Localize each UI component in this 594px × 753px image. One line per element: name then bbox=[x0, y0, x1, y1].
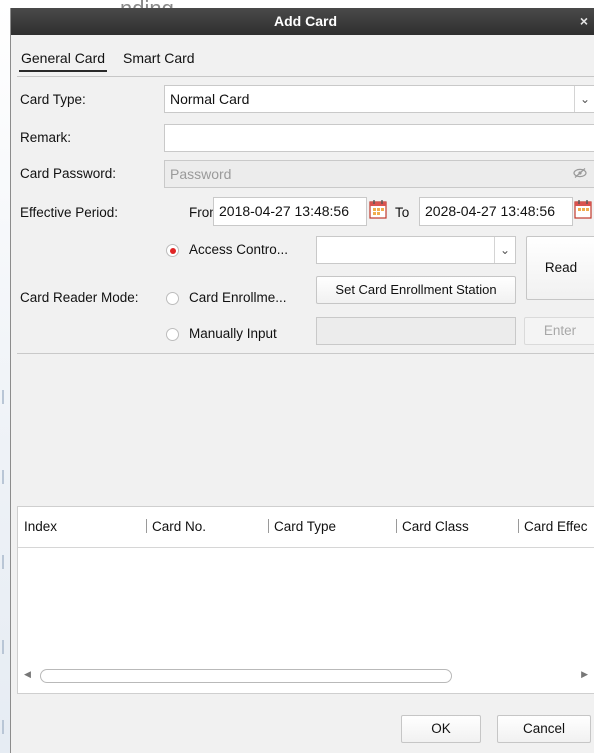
background-tick bbox=[2, 640, 9, 654]
ok-button[interactable]: OK bbox=[401, 715, 481, 743]
card-tabs: General Card Smart Card bbox=[17, 46, 594, 77]
chevron-down-icon[interactable]: ⌄ bbox=[494, 237, 515, 263]
to-label: To bbox=[395, 205, 410, 220]
remark-label: Remark: bbox=[20, 130, 72, 145]
background-tick bbox=[2, 555, 9, 569]
page: nding Add Card × General Card Smart Card… bbox=[0, 0, 594, 753]
manual-card-input[interactable] bbox=[316, 317, 516, 345]
add-card-dialog: Add Card × General Card Smart Card Card … bbox=[10, 8, 594, 753]
table-header: Index Card No. Card Type Card Class Card… bbox=[18, 507, 594, 548]
eye-hidden-icon[interactable] bbox=[573, 168, 587, 178]
tab-smart-card[interactable]: Smart Card bbox=[123, 50, 195, 66]
start-date-value: 2018-04-27 13:48:56 bbox=[219, 203, 349, 219]
background-tick bbox=[2, 390, 9, 404]
start-date-input[interactable]: 2018-04-27 13:48:56 bbox=[213, 197, 367, 226]
dialog-titlebar[interactable]: Add Card × bbox=[11, 8, 594, 35]
read-button[interactable]: Read bbox=[526, 236, 594, 300]
calendar-icon[interactable] bbox=[369, 199, 387, 219]
card-password-label: Card Password: bbox=[20, 166, 117, 181]
column-header-index[interactable]: Index bbox=[24, 519, 57, 534]
column-header-card-no[interactable]: Card No. bbox=[146, 519, 206, 534]
calendar-icon[interactable] bbox=[574, 199, 592, 219]
effective-period-label: Effective Period: bbox=[20, 205, 119, 220]
section-divider bbox=[17, 353, 594, 354]
background-tick bbox=[2, 720, 9, 734]
background-app-strip bbox=[0, 0, 10, 753]
set-card-enrollment-station-button[interactable]: Set Card Enrollment Station bbox=[316, 276, 516, 304]
access-controller-select[interactable]: ⌄ bbox=[316, 236, 516, 264]
end-date-input[interactable]: 2028-04-27 13:48:56 bbox=[419, 197, 573, 226]
column-header-card-effective[interactable]: Card Effec bbox=[518, 519, 588, 534]
close-icon[interactable]: × bbox=[580, 8, 588, 35]
tab-general-card[interactable]: General Card bbox=[19, 50, 108, 72]
card-password-placeholder: Password bbox=[170, 166, 232, 182]
background-tick bbox=[2, 470, 9, 484]
column-header-card-class[interactable]: Card Class bbox=[396, 519, 469, 534]
chevron-down-icon[interactable]: ⌄ bbox=[574, 86, 594, 112]
dialog-title: Add Card bbox=[274, 13, 337, 29]
column-header-card-type[interactable]: Card Type bbox=[268, 519, 336, 534]
card-password-input[interactable]: Password bbox=[164, 160, 594, 188]
cancel-button[interactable]: Cancel bbox=[497, 715, 591, 743]
scrollbar-thumb[interactable] bbox=[40, 669, 452, 683]
scroll-right-icon[interactable]: ▶ bbox=[581, 669, 588, 680]
card-type-label: Card Type: bbox=[20, 92, 86, 107]
card-reader-mode-label: Card Reader Mode: bbox=[20, 290, 139, 305]
card-type-select[interactable]: Normal Card ⌄ bbox=[164, 85, 594, 113]
radio-card-enrollment[interactable] bbox=[166, 292, 179, 305]
horizontal-scrollbar[interactable]: ◀ ▶ bbox=[18, 667, 594, 685]
radio-access-controller[interactable] bbox=[166, 244, 179, 257]
enter-button[interactable]: Enter bbox=[524, 317, 594, 345]
end-date-value: 2028-04-27 13:48:56 bbox=[425, 203, 555, 219]
remark-input[interactable] bbox=[164, 124, 594, 152]
card-type-value: Normal Card bbox=[170, 91, 250, 107]
manually-input-option-label: Manually Input bbox=[189, 326, 277, 341]
radio-manually-input[interactable] bbox=[166, 328, 179, 341]
card-enrollment-option-label: Card Enrollme... bbox=[189, 290, 287, 305]
scroll-left-icon[interactable]: ◀ bbox=[24, 669, 31, 680]
access-controller-option-label: Access Contro... bbox=[189, 242, 289, 257]
card-list-table: Index Card No. Card Type Card Class Card… bbox=[17, 506, 594, 694]
